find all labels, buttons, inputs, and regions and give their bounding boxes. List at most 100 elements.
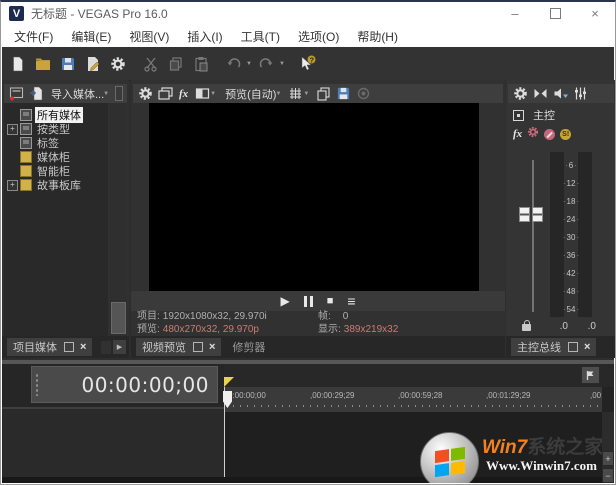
menu-item[interactable]: 插入(I)	[178, 26, 231, 47]
lock-icon[interactable]	[522, 324, 531, 331]
import-media-icon[interactable]	[28, 86, 44, 102]
timecode-display[interactable]: 00:00:00;00	[31, 366, 218, 403]
tree-item-media-bin[interactable]: 媒体柜	[4, 150, 108, 164]
tab-restore-icon[interactable]	[193, 342, 203, 352]
minimize-button[interactable]: –	[495, 2, 535, 25]
tab-project-media[interactable]: 项目媒体 ×	[7, 338, 92, 356]
tab-restore-icon[interactable]	[64, 342, 74, 352]
bus-fx-icon[interactable]: fx	[513, 128, 522, 140]
project-video-properties-icon[interactable]	[157, 86, 173, 102]
import-media-label[interactable]: 导入媒体...	[51, 86, 104, 102]
bus-automation-gear-icon[interactable]	[527, 125, 539, 143]
tab-close-icon[interactable]: ×	[584, 342, 590, 352]
mute-icon[interactable]	[544, 129, 555, 140]
volume-fader-handle[interactable]	[519, 207, 543, 222]
peak-readout-right[interactable]: .0	[572, 321, 596, 332]
timeline-ruler[interactable]: 0:00:00;00,00:00:29;29,00:00:59;28,00:01…	[224, 387, 602, 413]
undo-dropdown-icon[interactable]: ▼	[246, 61, 252, 67]
open-project-icon[interactable]	[34, 55, 51, 72]
stop-button[interactable]: ■	[327, 295, 334, 307]
header-overflow-icon[interactable]	[115, 86, 123, 101]
tab-master-bus[interactable]: 主控总线 ×	[511, 338, 596, 356]
tree-item-tags[interactable]: 标签	[4, 136, 108, 150]
video-display	[149, 103, 479, 291]
project-properties-icon[interactable]	[84, 55, 101, 72]
tab-close-icon[interactable]: ×	[80, 342, 86, 352]
media-header-dropdown-icon[interactable]: ▼	[103, 91, 109, 97]
insert-audio-fx-icon[interactable]	[552, 86, 568, 102]
tab-trimmer[interactable]: 修剪器	[226, 338, 271, 356]
solo-icon[interactable]: S!	[560, 129, 571, 140]
db-tick-label: 54	[563, 306, 579, 314]
menu-item[interactable]: 帮助(H)	[348, 26, 407, 47]
redo-icon[interactable]	[258, 55, 275, 72]
tab-video-preview[interactable]: 视频预览 ×	[136, 338, 221, 356]
volume-fader-track[interactable]	[532, 160, 534, 312]
transport-bar: ▶ ■ ≡	[131, 291, 505, 311]
expand-icon[interactable]: +	[7, 180, 18, 191]
tree-item-all-media[interactable]: 所有媒体	[4, 108, 108, 122]
preview-quality-label[interactable]: 预览(自动)	[225, 86, 276, 102]
zoom-in-button[interactable]: +	[602, 451, 614, 466]
transport-menu-button[interactable]: ≡	[347, 293, 355, 309]
tab-restore-icon[interactable]	[568, 342, 578, 352]
menu-item[interactable]: 文件(F)	[5, 26, 62, 47]
whats-this-help-icon[interactable]: ?	[299, 55, 316, 72]
track-list-area[interactable]: 00:00:00;00	[2, 364, 224, 483]
preview-quality-dropdown-icon[interactable]: ▼	[275, 91, 281, 97]
timecode-grip[interactable]	[35, 373, 39, 396]
redo-dropdown-icon[interactable]: ▼	[279, 61, 285, 67]
db-tick-label: 30	[563, 234, 579, 242]
tree-item-storyboard[interactable]: + 故事板库	[4, 178, 108, 192]
zoom-out-button[interactable]: −	[602, 468, 614, 483]
undo-icon[interactable]	[225, 55, 242, 72]
expand-icon[interactable]: +	[7, 124, 18, 135]
menu-item[interactable]: 选项(O)	[289, 26, 348, 47]
peak-readout-left[interactable]: .0	[544, 321, 568, 332]
tree-item-by-type[interactable]: + 按类型	[4, 122, 108, 136]
preview-settings-gear-icon[interactable]	[137, 86, 153, 102]
media-bins-icon[interactable]	[8, 86, 24, 102]
close-button[interactable]: ×	[575, 2, 615, 25]
meter-right-channel[interactable]	[578, 152, 592, 317]
preferences-gear-icon[interactable]	[109, 55, 126, 72]
play-button[interactable]: ▶	[280, 294, 289, 308]
master-bus-panel: 主控 fx S! 61218243036424854 .0 .0	[506, 80, 616, 358]
media-tree-scrollbar[interactable]	[110, 103, 127, 336]
mixer-faders-icon[interactable]	[572, 86, 588, 102]
bus-icon[interactable]	[513, 110, 524, 121]
tab-close-icon[interactable]: ×	[209, 342, 215, 352]
video-output-fx-icon[interactable]: fx	[179, 88, 188, 100]
timeline: 00:00:00;00 0:00:00;00,00:00:29;29,00:00…	[2, 360, 614, 483]
grid-overlay-icon[interactable]	[287, 86, 303, 102]
save-snapshot-icon[interactable]	[335, 86, 351, 102]
save-project-icon[interactable]	[59, 55, 76, 72]
menu-item[interactable]: 视图(V)	[120, 26, 178, 47]
db-tick-label: 12	[563, 180, 579, 188]
copy-snapshot-icon[interactable]	[315, 86, 331, 102]
insert-bus-icon[interactable]	[532, 86, 548, 102]
tree-item-smart-bin[interactable]: 智能柜	[4, 164, 108, 178]
marker-tool-button[interactable]	[581, 366, 600, 384]
media-bin-tree: 所有媒体 + 按类型 标签 媒体柜 智能柜 + 故事板库	[4, 103, 108, 336]
mixer-properties-gear-icon[interactable]	[512, 86, 528, 102]
split-screen-dropdown-icon[interactable]: ▼	[210, 91, 216, 97]
paste-icon[interactable]	[192, 55, 209, 72]
tab-scroll-right-button[interactable]: ▶	[113, 340, 126, 354]
menu-item[interactable]: 编辑(E)	[62, 26, 120, 47]
tab-scroll-left-button[interactable]	[101, 341, 111, 354]
track-list-empty[interactable]	[2, 409, 224, 477]
new-project-icon[interactable]	[9, 55, 26, 72]
cut-icon[interactable]	[142, 55, 159, 72]
split-screen-view-icon[interactable]	[194, 86, 210, 102]
copy-icon[interactable]	[167, 55, 184, 72]
grid-overlay-dropdown-icon[interactable]: ▼	[303, 91, 309, 97]
db-scale: 61218243036424854	[563, 162, 579, 314]
maximize-button[interactable]	[535, 2, 575, 25]
ruler-top-area	[224, 364, 614, 387]
title-bar[interactable]: V 无标题 - VEGAS Pro 16.0 – ×	[1, 2, 615, 25]
scrollbar-thumb[interactable]	[111, 302, 126, 334]
menu-item[interactable]: 工具(T)	[232, 26, 289, 47]
pause-button[interactable]	[304, 296, 313, 307]
timeline-vertical-scrollbar[interactable]: + −	[602, 412, 614, 483]
